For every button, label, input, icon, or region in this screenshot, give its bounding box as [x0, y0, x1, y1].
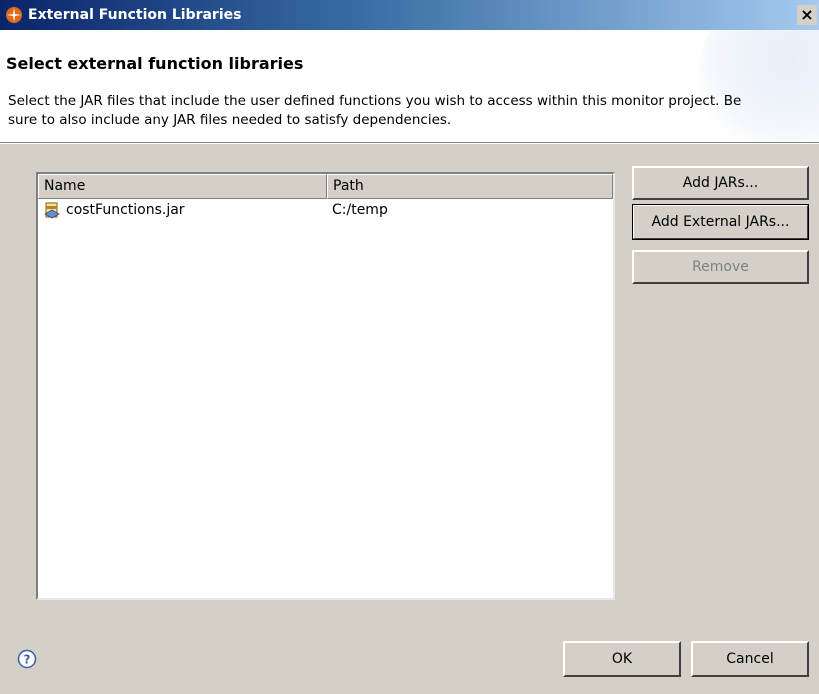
title-bar[interactable]: External Function Libraries ×	[0, 0, 819, 30]
dialog-window: External Function Libraries × Select ext…	[0, 0, 819, 694]
jar-icon	[43, 201, 61, 219]
cell-name: costFunctions.jar	[38, 201, 327, 219]
jar-name: costFunctions.jar	[66, 202, 185, 218]
page-title: Select external function libraries	[6, 54, 304, 73]
add-external-jars-button[interactable]: Add External JARs...	[632, 204, 809, 240]
add-jars-button[interactable]: Add JARs...	[632, 166, 809, 200]
ok-button[interactable]: OK	[563, 641, 681, 677]
table-header: Name Path	[38, 174, 613, 199]
help-icon[interactable]: ?	[17, 649, 37, 669]
table-row[interactable]: costFunctions.jar C:/temp	[38, 199, 613, 221]
remove-button[interactable]: Remove	[632, 250, 809, 284]
dialog-body: Name Path costFunctions.jar C:/temp Add …	[0, 144, 819, 694]
jar-table[interactable]: Name Path costFunctions.jar C:/temp	[36, 172, 615, 600]
cell-path: C:/temp	[332, 202, 388, 218]
column-header-path[interactable]: Path	[327, 174, 613, 199]
svg-text:?: ?	[24, 653, 31, 667]
cancel-button[interactable]: Cancel	[691, 641, 809, 677]
header-banner: Select external function libraries Selec…	[0, 30, 819, 142]
app-icon	[5, 6, 23, 24]
close-button[interactable]: ×	[797, 5, 817, 25]
column-header-name[interactable]: Name	[38, 174, 327, 199]
page-description: Select the JAR files that include the us…	[8, 93, 742, 128]
window-title: External Function Libraries	[28, 7, 242, 23]
